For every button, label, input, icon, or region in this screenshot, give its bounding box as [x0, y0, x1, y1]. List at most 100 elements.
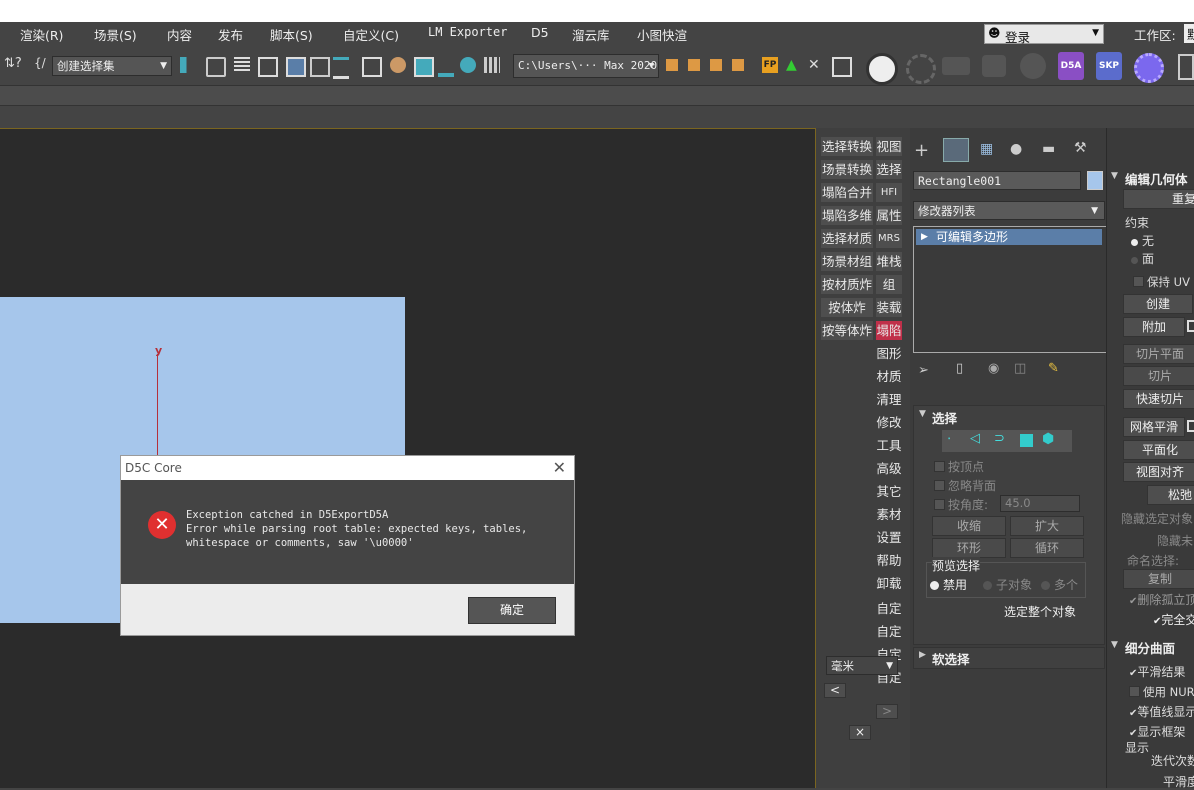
workspace-select[interactable]: 默 [1184, 24, 1194, 43]
btn-scene-material-group[interactable]: 场景材组 [821, 252, 873, 271]
edge-icon[interactable]: ◁ [970, 431, 980, 446]
tools-icon[interactable]: ✕ [808, 57, 824, 73]
ignore-backface-checkbox[interactable]: 忽略背面 [934, 477, 996, 494]
d5-render-icon[interactable] [866, 53, 898, 85]
object-color-swatch[interactable] [1087, 171, 1103, 190]
btn-modify[interactable]: 修改 [876, 413, 902, 432]
isoline-checkbox[interactable]: ✔等值线显示 [1129, 703, 1194, 720]
preserve-uv-checkbox[interactable]: 保持 UV [1133, 274, 1190, 290]
light-icon[interactable] [1020, 53, 1046, 79]
create-button[interactable]: 创建 [1123, 294, 1193, 314]
btn-settings[interactable]: 设置 [876, 528, 902, 547]
project2-icon[interactable] [688, 59, 700, 71]
shrink-button[interactable]: 收缩 [932, 516, 1006, 536]
btn-explode-equal[interactable]: 按等体炸 [821, 321, 873, 340]
btn-select[interactable]: 选择 [876, 160, 902, 179]
sync-icon[interactable] [906, 54, 936, 84]
ok-button[interactable]: 确定 [468, 597, 556, 624]
btn-stack[interactable]: 堆栈 [876, 252, 902, 271]
close-icon[interactable]: ✕ [553, 456, 566, 480]
render-frame-icon[interactable] [390, 57, 406, 73]
btn-select-convert[interactable]: 选择转换 [821, 137, 873, 156]
hide-selected-button[interactable]: 隐藏选定对象 [1121, 510, 1193, 527]
grow-button[interactable]: 扩大 [1010, 516, 1084, 536]
slice-plane-button[interactable]: 切片平面 [1123, 344, 1194, 364]
tree-icon[interactable]: ▲ [786, 57, 802, 73]
btn-other[interactable]: 其它 [876, 482, 902, 501]
edit-geometry-header[interactable]: 编辑几何体 [1125, 169, 1188, 188]
menu-content[interactable]: 内容 [167, 25, 192, 44]
curve-editor-icon[interactable] [286, 57, 306, 77]
scene-explorer-icon[interactable] [258, 57, 278, 77]
render-active-icon[interactable] [438, 57, 454, 77]
preview-multi-radio[interactable]: 多个 [1041, 576, 1078, 593]
modifier-list-dropdown[interactable]: 修改器列表 ▼ [913, 201, 1105, 220]
relax-button[interactable]: 松弛 [1147, 485, 1194, 505]
btn-select-material[interactable]: 选择材质 [821, 229, 873, 248]
menu-customize[interactable]: 自定义(C) [343, 25, 399, 44]
btn-custom-1[interactable]: 自定 [876, 599, 902, 618]
trash-icon[interactable]: ◫ [1014, 361, 1026, 376]
menu-publish[interactable]: 发布 [218, 25, 243, 44]
btn-clean[interactable]: 清理 [876, 390, 902, 409]
project3-icon[interactable] [710, 59, 722, 71]
material-editor-icon[interactable] [333, 57, 349, 79]
create-tab-icon[interactable]: + [914, 140, 929, 161]
preview-subobject-radio[interactable]: 子对象 [983, 576, 1032, 593]
slice-button[interactable]: 切片 [1123, 366, 1194, 386]
use-nurms-checkbox[interactable]: 使用 NURM [1129, 684, 1194, 700]
meshsmooth-settings-icon[interactable] [1187, 420, 1194, 432]
btn-collapse-merge[interactable]: 塌陷合并 [821, 183, 873, 202]
delete-isolated-checkbox[interactable]: ✔删除孤立顶 [1129, 591, 1194, 608]
configure-icon[interactable]: ✎ [1048, 361, 1059, 376]
prev-button[interactable]: < [824, 683, 846, 698]
modify-tab-icon[interactable] [943, 138, 969, 162]
btn-hfi[interactable]: HFI [876, 183, 902, 202]
planarize-button[interactable]: 平面化 [1123, 440, 1194, 460]
hide-unselected-button[interactable]: 隐藏未 [1157, 532, 1193, 549]
collapse-icon[interactable]: ▼ [919, 409, 926, 419]
repeat-last-button[interactable]: 重复 [1123, 189, 1194, 209]
menu-lm-exporter[interactable]: LM Exporter [428, 25, 507, 39]
btn-assets[interactable]: 素材 [876, 505, 902, 524]
view-align-button[interactable]: 视图对齐 [1123, 462, 1194, 482]
menu-quick-render[interactable]: 小图快渲 [637, 25, 687, 44]
expand-icon[interactable]: ▶ [919, 650, 926, 660]
collapse-icon[interactable]: ▼ [1111, 171, 1118, 181]
menu-scene[interactable]: 场景(S) [94, 25, 137, 44]
meshsmooth-button[interactable]: 网格平滑 [1123, 417, 1185, 437]
btn-shape[interactable]: 图形 [876, 344, 902, 363]
constraint-none-radio[interactable]: 无 [1131, 232, 1154, 249]
display-tab-icon[interactable]: ▬ [1042, 141, 1055, 157]
d5a-export-icon[interactable]: D5A [1058, 52, 1084, 80]
soft-selection-header[interactable]: 软选择 [932, 649, 970, 668]
settings-gear-icon[interactable] [1134, 53, 1164, 83]
btn-advanced[interactable]: 高级 [876, 459, 902, 478]
btn-custom-2[interactable]: 自定 [876, 622, 902, 641]
render-setup-icon[interactable] [362, 57, 382, 77]
btn-properties[interactable]: 属性 [876, 206, 902, 225]
btn-mrs[interactable]: MRS [876, 229, 902, 248]
ring-button[interactable]: 环形 [932, 538, 1006, 558]
skp-export-icon[interactable]: SKP [1096, 52, 1122, 80]
btn-collapse-multi[interactable]: 塌陷多维 [821, 206, 873, 225]
close-button[interactable]: × [849, 725, 871, 740]
show-end-result-icon[interactable]: ▯ [956, 361, 963, 376]
constraint-face-radio[interactable]: 面 [1131, 250, 1154, 267]
list-icon[interactable] [832, 57, 852, 77]
attach-settings-icon[interactable] [1187, 320, 1194, 332]
btn-tools[interactable]: 工具 [876, 436, 902, 455]
selection-set-dropdown[interactable]: 创建选择集 ▼ [52, 56, 172, 76]
show-cage-checkbox[interactable]: ✔显示框架 [1129, 723, 1185, 740]
align-icon[interactable] [206, 57, 226, 77]
expand-icon[interactable]: ▶ [921, 229, 928, 245]
layer-icon[interactable] [234, 57, 250, 73]
make-unique-icon[interactable]: ◉ [988, 361, 999, 376]
loop-button[interactable]: 循环 [1010, 538, 1084, 558]
project4-icon[interactable] [732, 59, 744, 71]
pin-stack-icon[interactable]: ➢ [918, 363, 929, 378]
preview-off-radio[interactable]: 禁用 [930, 576, 967, 593]
utilities-tab-icon[interactable]: ⚒ [1074, 140, 1087, 156]
btn-material[interactable]: 材质 [876, 367, 902, 386]
quick-slice-button[interactable]: 快速切片 [1123, 389, 1194, 409]
